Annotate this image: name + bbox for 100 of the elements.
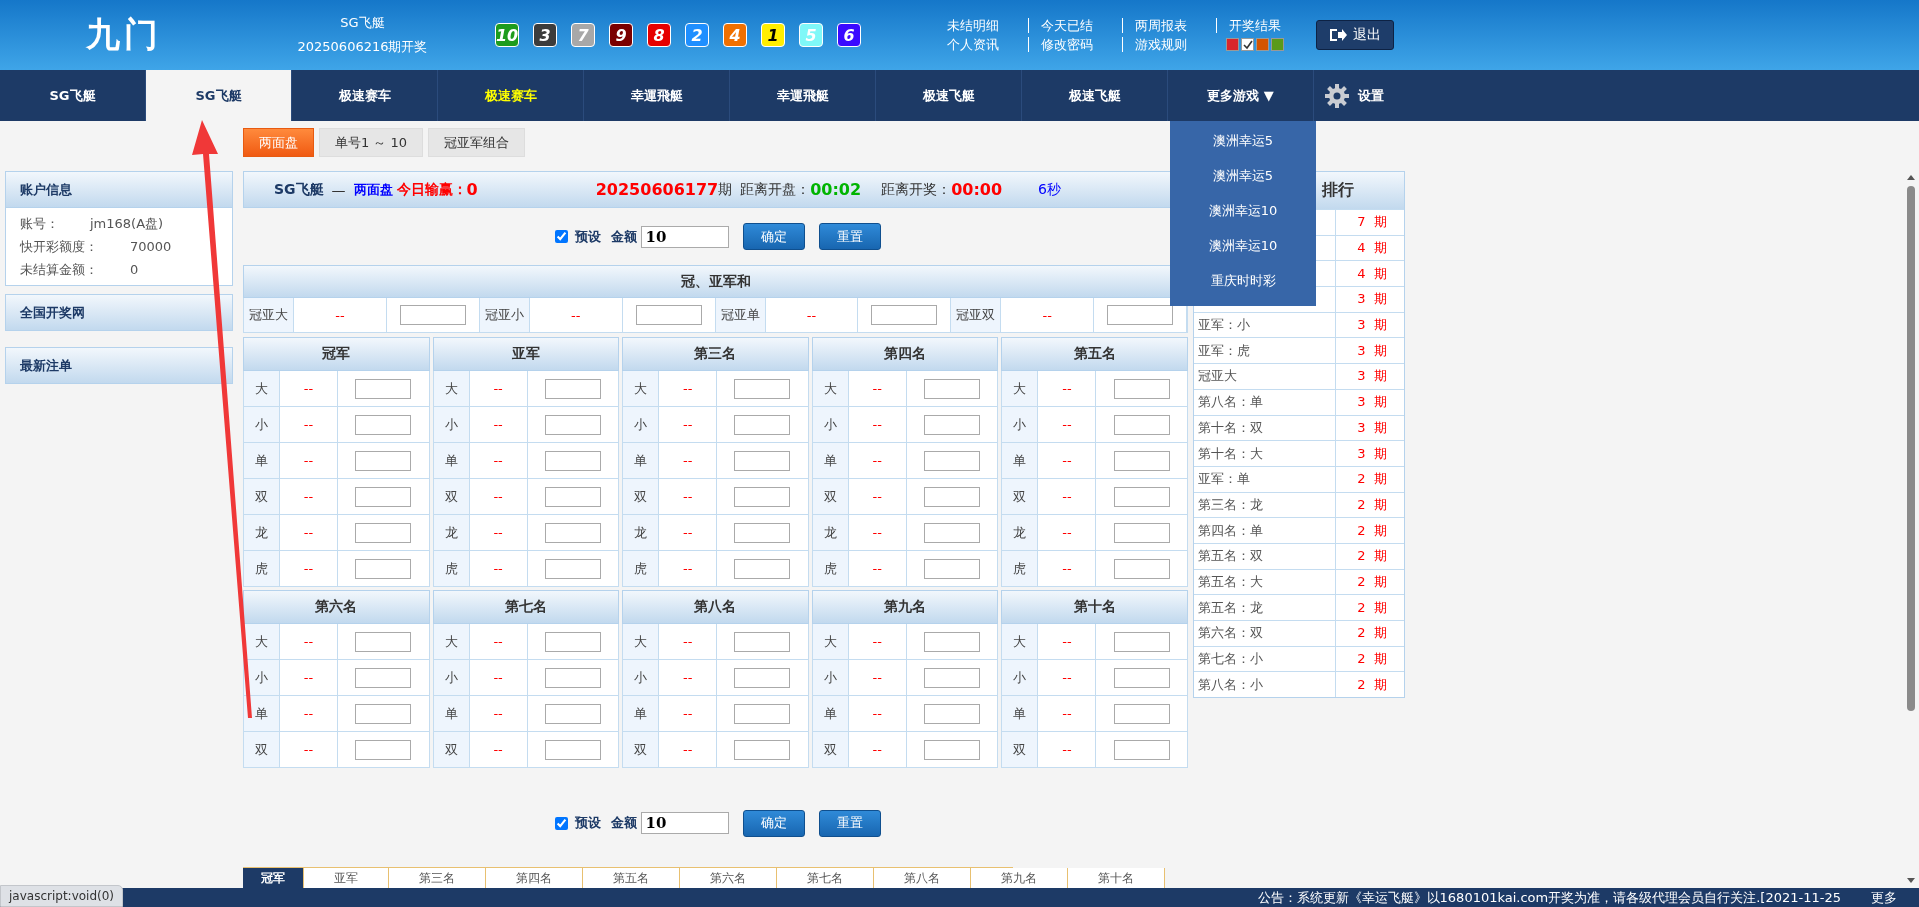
game-tab[interactable]: 极速赛车 [438, 70, 584, 121]
header-link[interactable]: 两周报表 [1122, 18, 1216, 33]
bet-field[interactable] [734, 414, 791, 435]
rank-tab[interactable]: 第八名 [874, 868, 971, 888]
bet-field[interactable] [1107, 305, 1174, 325]
panel-header[interactable]: 全国开奖网 [5, 294, 233, 331]
rank-tab[interactable]: 第七名 [777, 868, 874, 888]
bet-field[interactable] [924, 667, 981, 688]
game-tab[interactable]: 幸運飛艇 [584, 70, 730, 121]
bet-field[interactable] [924, 703, 981, 724]
bet-field[interactable] [734, 558, 791, 579]
bet-field[interactable] [924, 739, 981, 760]
bet-field[interactable] [1113, 739, 1170, 760]
bet-field[interactable] [924, 486, 981, 507]
bet-field[interactable] [544, 667, 601, 688]
bet-field[interactable] [1113, 558, 1170, 579]
logout-button[interactable]: 退出 [1316, 20, 1394, 50]
bet-field[interactable] [924, 558, 981, 579]
rank-tab[interactable]: 第十名 [1068, 868, 1165, 888]
play-tab[interactable]: 冠亚军组合 [428, 128, 526, 157]
bet-field[interactable] [924, 631, 981, 652]
bet-field[interactable] [544, 631, 601, 652]
dropdown-item[interactable]: 澳洲幸运10 [1170, 228, 1316, 263]
bet-field[interactable] [355, 450, 412, 471]
bet-field[interactable] [871, 305, 938, 325]
header-link[interactable]: 未结明细 [935, 18, 1028, 33]
game-tab[interactable]: 极速赛车 [292, 70, 438, 121]
rank-tab[interactable]: 第五名 [583, 868, 680, 888]
bet-field[interactable] [924, 378, 981, 399]
bet-field[interactable] [734, 667, 791, 688]
bet-field[interactable] [1113, 378, 1170, 399]
bet-field[interactable] [355, 667, 412, 688]
bet-field[interactable] [1113, 667, 1170, 688]
reset-button[interactable]: 重置 [818, 809, 881, 837]
bet-field[interactable] [1113, 414, 1170, 435]
amount-field[interactable]: 10 [640, 812, 729, 834]
confirm-button[interactable]: 确定 [742, 223, 805, 250]
bet-field[interactable] [544, 486, 601, 507]
bet-field[interactable] [355, 486, 412, 507]
confirm-button[interactable]: 确定 [742, 809, 805, 837]
theme-swatch[interactable] [1241, 38, 1254, 51]
bet-field[interactable] [1113, 522, 1170, 543]
bet-field[interactable] [355, 703, 412, 724]
rank-tab[interactable]: 第三名 [389, 868, 486, 888]
header-link[interactable]: 今天已结 [1028, 18, 1122, 33]
rank-tab[interactable]: 第九名 [971, 868, 1068, 888]
rank-tab[interactable]: 第六名 [680, 868, 777, 888]
bet-field[interactable] [1113, 450, 1170, 471]
header-link[interactable]: 开奖结果 [1216, 18, 1310, 33]
amount-field[interactable]: 10 [640, 225, 729, 248]
bet-field[interactable] [355, 631, 412, 652]
bet-field[interactable] [1113, 486, 1170, 507]
game-tab[interactable]: SG飞艇 [146, 70, 292, 121]
more-link[interactable]: 更多 [1871, 888, 1897, 907]
bet-field[interactable] [734, 378, 791, 399]
bet-field[interactable] [544, 450, 601, 471]
preset-checkbox[interactable] [554, 816, 568, 830]
theme-swatch[interactable] [1226, 38, 1239, 51]
odds: -- [659, 624, 718, 660]
bet-label: 虎 [433, 551, 470, 587]
play-tab[interactable]: 单号1 ～ 10 [319, 128, 424, 157]
rank-tab[interactable]: 亚军 [304, 868, 389, 888]
rank-tab[interactable]: 冠军 [243, 868, 304, 888]
bet-field[interactable] [355, 522, 412, 543]
game-tab[interactable]: 极速飞艇 [876, 70, 1022, 121]
bet-field[interactable] [544, 414, 601, 435]
bet-field[interactable] [635, 305, 702, 325]
bet-field[interactable] [399, 305, 466, 325]
rank-tab[interactable]: 第四名 [486, 868, 583, 888]
theme-swatch[interactable] [1271, 38, 1284, 51]
bet-field[interactable] [544, 739, 601, 760]
game-tab[interactable]: 幸運飛艇 [730, 70, 876, 121]
bet-field[interactable] [734, 631, 791, 652]
bet-field[interactable] [734, 486, 791, 507]
bet-field[interactable] [924, 414, 981, 435]
bet-field[interactable] [544, 522, 601, 543]
bet-field[interactable] [924, 522, 981, 543]
bet-field[interactable] [544, 558, 601, 579]
bet-field[interactable] [734, 522, 791, 543]
theme-swatch[interactable] [1256, 38, 1269, 51]
bet-field[interactable] [544, 703, 601, 724]
bet-field[interactable] [924, 450, 981, 471]
preset-checkbox[interactable] [554, 230, 568, 243]
bet-field[interactable] [1113, 703, 1170, 724]
bet-field[interactable] [734, 739, 791, 760]
bet-field[interactable] [544, 378, 601, 399]
game-tab[interactable]: 极速飞艇 [1022, 70, 1168, 121]
bet-field[interactable] [355, 414, 412, 435]
bet-field[interactable] [355, 558, 412, 579]
bet-field[interactable] [1113, 631, 1170, 652]
preset-label: 预设 [574, 227, 601, 246]
dropdown-item[interactable]: 澳洲幸运5 [1170, 123, 1316, 158]
settings-link[interactable]: 设置 [1314, 70, 1384, 121]
odds: -- [469, 732, 528, 768]
reset-button[interactable]: 重置 [818, 223, 881, 250]
panel-header[interactable]: 最新注单 [5, 347, 233, 384]
bet-field[interactable] [734, 703, 791, 724]
bet-field[interactable] [734, 450, 791, 471]
bet-field[interactable] [355, 378, 412, 399]
bet-field[interactable] [355, 739, 412, 760]
